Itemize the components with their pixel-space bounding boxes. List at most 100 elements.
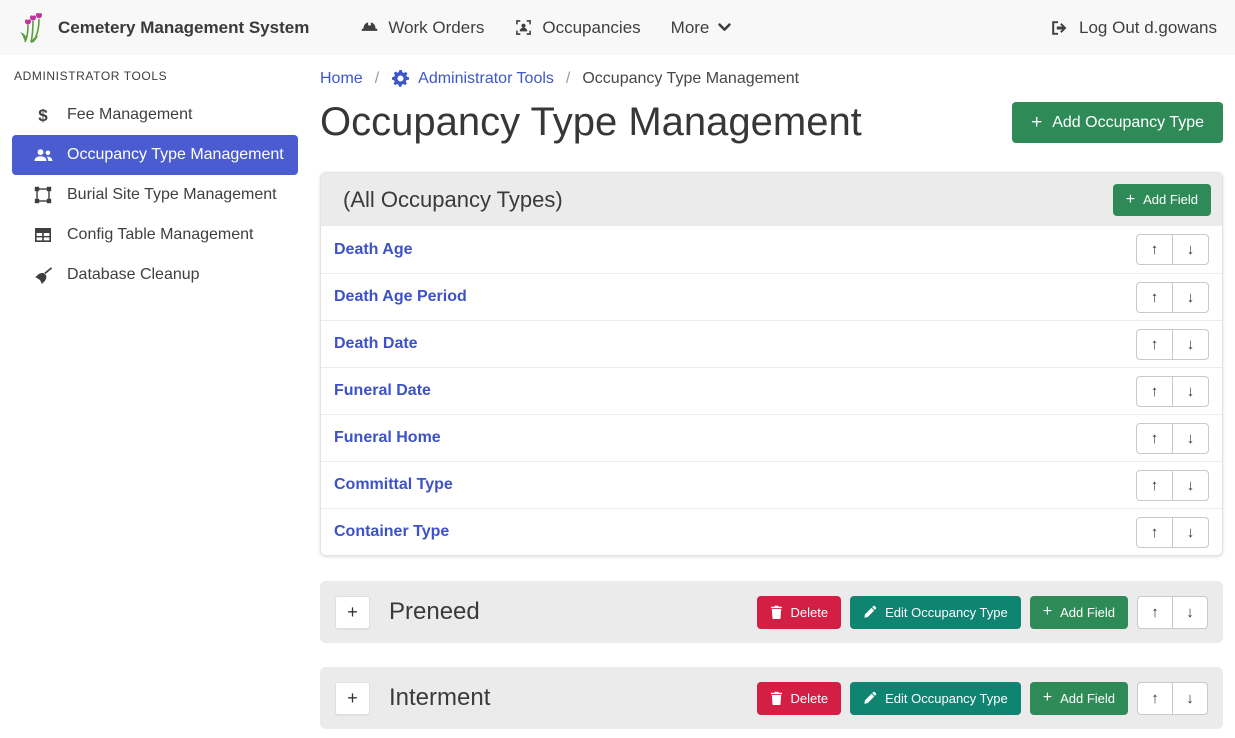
- add-field-button[interactable]: + Add Field: [1113, 184, 1211, 216]
- field-link[interactable]: Death Age: [334, 241, 413, 259]
- move-up-button[interactable]: ↑: [1136, 423, 1173, 454]
- app-brand[interactable]: Cemetery Management System: [18, 12, 309, 44]
- logout-label: Log Out d.gowans: [1079, 18, 1217, 38]
- add-field-button[interactable]: + Add Field: [1030, 596, 1128, 629]
- move-down-button[interactable]: ↓: [1172, 329, 1209, 360]
- edit-occupancy-type-button[interactable]: Edit Occupancy Type: [850, 596, 1021, 629]
- trash-icon: [770, 605, 783, 619]
- sidebar-item-fee-management[interactable]: $ Fee Management: [12, 95, 298, 135]
- arrow-down-icon: ↓: [1187, 383, 1195, 400]
- move-down-button[interactable]: ↓: [1172, 423, 1209, 454]
- reorder-group: ↑ ↓: [1136, 517, 1209, 548]
- arrow-down-icon: ↓: [1187, 289, 1195, 306]
- top-navbar: Cemetery Management System Work Orders O…: [0, 0, 1235, 55]
- sidebar: ADMINISTRATOR TOOLS $ Fee Management Occ…: [0, 55, 300, 738]
- reorder-group: ↑ ↓: [1137, 596, 1208, 629]
- field-link[interactable]: Container Type: [334, 523, 449, 541]
- move-up-button[interactable]: ↑: [1136, 329, 1173, 360]
- field-row: Death Age ↑ ↓: [321, 226, 1222, 273]
- add-field-button[interactable]: + Add Field: [1030, 682, 1128, 715]
- add-occupancy-type-button[interactable]: + Add Occupancy Type: [1012, 102, 1223, 143]
- breadcrumb-home-link[interactable]: Home: [320, 70, 363, 88]
- edit-button-label: Edit Occupancy Type: [885, 605, 1008, 620]
- add-occupancy-type-label: Add Occupancy Type: [1052, 114, 1204, 132]
- sidebar-item-database-cleanup[interactable]: Database Cleanup: [12, 255, 298, 295]
- delete-button[interactable]: Delete: [757, 682, 842, 715]
- sidebar-item-label: Fee Management: [67, 106, 192, 124]
- nav-item-label: Occupancies: [542, 18, 640, 38]
- move-up-button[interactable]: ↑: [1136, 234, 1173, 265]
- delete-button[interactable]: Delete: [757, 596, 842, 629]
- arrow-up-icon: ↑: [1151, 690, 1159, 707]
- field-link[interactable]: Committal Type: [334, 476, 453, 494]
- section-preneed: + Preneed Delete Edit Occupancy Type + A…: [320, 581, 1223, 643]
- move-down-button[interactable]: ↓: [1172, 376, 1209, 407]
- field-row: Container Type ↑ ↓: [321, 508, 1222, 555]
- gear-icon: [391, 69, 410, 88]
- section-name: Preneed: [389, 598, 748, 626]
- move-down-button[interactable]: ↓: [1172, 682, 1208, 715]
- chevron-down-icon: [718, 23, 731, 32]
- arrow-up-icon: ↑: [1151, 430, 1159, 447]
- arrow-down-icon: ↓: [1187, 477, 1195, 494]
- sidebar-item-label: Config Table Management: [67, 226, 254, 244]
- field-row: Death Age Period ↑ ↓: [321, 273, 1222, 320]
- move-down-button[interactable]: ↓: [1172, 596, 1208, 629]
- sidebar-item-occupancy-type-management[interactable]: Occupancy Type Management: [12, 135, 298, 175]
- field-link[interactable]: Death Age Period: [334, 288, 467, 306]
- reorder-group: ↑ ↓: [1136, 234, 1209, 265]
- move-up-button[interactable]: ↑: [1137, 596, 1173, 629]
- field-row: Funeral Home ↑ ↓: [321, 414, 1222, 461]
- section-name: Interment: [389, 684, 748, 712]
- breadcrumb-current: Occupancy Type Management: [582, 70, 799, 88]
- plus-icon: +: [1031, 113, 1042, 132]
- expand-button[interactable]: +: [335, 596, 370, 629]
- expand-button[interactable]: +: [335, 682, 370, 715]
- move-up-button[interactable]: ↑: [1136, 517, 1173, 548]
- sidebar-item-config-table-management[interactable]: Config Table Management: [12, 215, 298, 255]
- arrow-down-icon: ↓: [1187, 430, 1195, 447]
- nav-item-occupancies[interactable]: Occupancies: [514, 18, 640, 38]
- field-link[interactable]: Funeral Date: [334, 382, 431, 400]
- move-down-button[interactable]: ↓: [1172, 234, 1209, 265]
- pencil-icon: [863, 691, 877, 705]
- delete-button-label: Delete: [791, 691, 829, 706]
- arrow-up-icon: ↑: [1151, 289, 1159, 306]
- arrow-down-icon: ↓: [1187, 241, 1195, 258]
- arrow-down-icon: ↓: [1186, 604, 1194, 621]
- move-up-button[interactable]: ↑: [1137, 682, 1173, 715]
- all-occupancy-types-card: (All Occupancy Types) + Add Field Death …: [320, 172, 1223, 556]
- edit-button-label: Edit Occupancy Type: [885, 691, 1008, 706]
- arrow-down-icon: ↓: [1186, 690, 1194, 707]
- hard-hat-icon: [360, 19, 379, 37]
- vector-square-icon: [32, 186, 54, 204]
- field-link[interactable]: Death Date: [334, 335, 418, 353]
- nav-item-label: More: [671, 18, 710, 38]
- breadcrumb-admin-tools-label: Administrator Tools: [418, 70, 554, 88]
- nav-item-label: Work Orders: [388, 18, 484, 38]
- logout-button[interactable]: Log Out d.gowans: [1051, 18, 1217, 38]
- reorder-group: ↑ ↓: [1136, 470, 1209, 501]
- field-link[interactable]: Funeral Home: [334, 429, 441, 447]
- breadcrumb-admin-tools-link[interactable]: Administrator Tools: [391, 69, 554, 88]
- arrow-up-icon: ↑: [1151, 336, 1159, 353]
- move-up-button[interactable]: ↑: [1136, 376, 1173, 407]
- arrow-up-icon: ↑: [1151, 383, 1159, 400]
- page-title: Occupancy Type Management: [320, 100, 862, 145]
- move-up-button[interactable]: ↑: [1136, 282, 1173, 313]
- move-down-button[interactable]: ↓: [1172, 282, 1209, 313]
- nav-item-more[interactable]: More: [671, 18, 732, 38]
- delete-button-label: Delete: [791, 605, 829, 620]
- reorder-group: ↑ ↓: [1136, 423, 1209, 454]
- move-down-button[interactable]: ↓: [1172, 517, 1209, 548]
- sidebar-item-label: Database Cleanup: [67, 266, 200, 284]
- nav-item-work-orders[interactable]: Work Orders: [360, 18, 484, 38]
- move-up-button[interactable]: ↑: [1136, 470, 1173, 501]
- title-row: Occupancy Type Management + Add Occupanc…: [320, 100, 1223, 145]
- app-title: Cemetery Management System: [58, 18, 309, 38]
- users-icon: [32, 148, 54, 163]
- trash-icon: [770, 691, 783, 705]
- move-down-button[interactable]: ↓: [1172, 470, 1209, 501]
- edit-occupancy-type-button[interactable]: Edit Occupancy Type: [850, 682, 1021, 715]
- sidebar-item-burial-site-type-management[interactable]: Burial Site Type Management: [12, 175, 298, 215]
